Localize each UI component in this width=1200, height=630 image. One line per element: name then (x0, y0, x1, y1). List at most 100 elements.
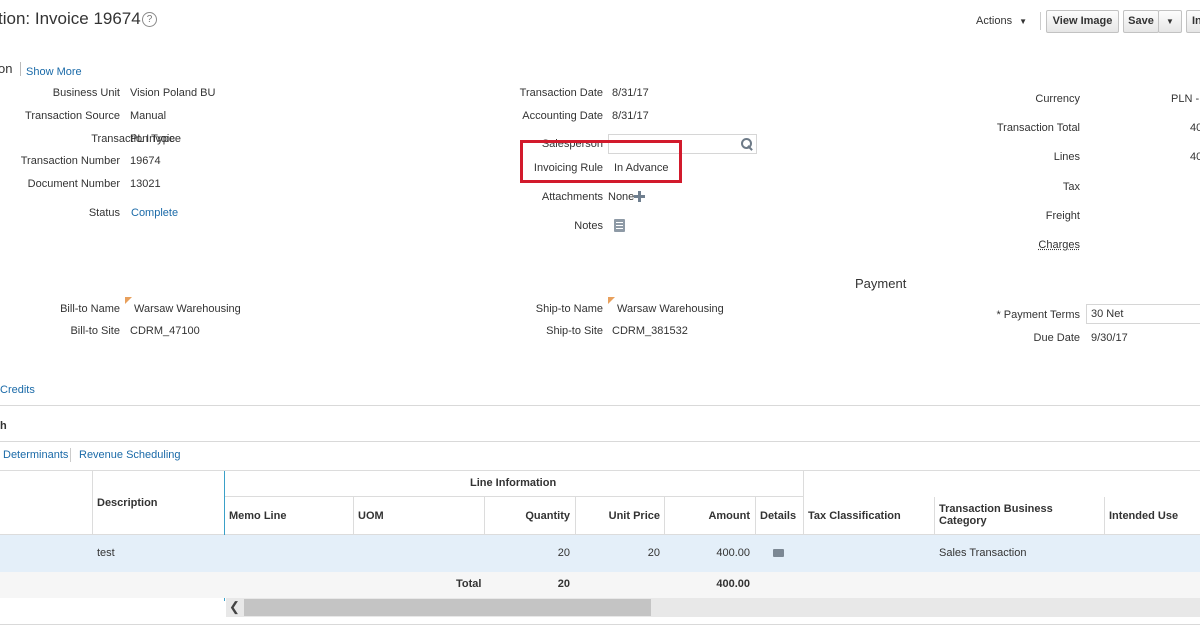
lines-label: Lines (1053, 151, 1080, 163)
total-quantity: 20 (557, 578, 570, 590)
show-more-link[interactable]: Show More (26, 66, 82, 78)
transaction-total-value: 40 (1190, 122, 1200, 134)
caret-down-icon: ▼ (1019, 17, 1028, 26)
line-info-group-line (225, 496, 803, 497)
payment-terms-value: 30 Net (1091, 308, 1124, 320)
freight-label: Freight (1045, 210, 1080, 222)
required-flag-icon (125, 297, 132, 304)
row-quantity: 20 (557, 547, 570, 559)
notes-label: Notes (574, 220, 603, 232)
section-title: on (0, 61, 13, 76)
column-header-details[interactable]: Details (760, 510, 796, 522)
add-attachment-icon[interactable] (634, 191, 645, 202)
charges-link[interactable]: Charges (1038, 239, 1080, 251)
transaction-date-value: 8/31/17 (612, 87, 649, 99)
row-amount: 400.00 (716, 547, 750, 559)
bill-to-site-value: CDRM_47100 (130, 325, 200, 337)
ship-to-site-value: CDRM_381532 (612, 325, 688, 337)
total-row: Total 20 400.00 (0, 572, 1200, 598)
search-icon[interactable] (741, 138, 753, 150)
total-amount: 400.00 (716, 578, 750, 590)
transaction-source-label: Transaction Source (25, 110, 120, 122)
divider (0, 405, 1200, 406)
payment-terms-label: * Payment Terms (996, 309, 1080, 321)
column-header-description[interactable]: Description (97, 497, 158, 509)
help-icon[interactable]: ? (142, 12, 157, 27)
credits-link[interactable]: Credits (0, 384, 35, 396)
notes-icon[interactable] (614, 219, 625, 232)
determinants-link[interactable]: Determinants (3, 449, 68, 461)
column-divider (92, 471, 93, 535)
save-button[interactable]: Save (1123, 10, 1159, 33)
lines-value: 40 (1190, 151, 1200, 163)
column-divider (1104, 497, 1105, 535)
tax-label: Tax (1062, 181, 1080, 193)
table-row[interactable]: test 20 20 400.00 Sales Transaction (0, 535, 1200, 572)
transaction-number-label: Transaction Number (20, 155, 120, 167)
status-label: Status (88, 207, 120, 219)
column-header-memo-line[interactable]: Memo Line (229, 510, 286, 522)
scrollbar-thumb[interactable] (244, 599, 651, 616)
due-date-label: Due Date (1033, 332, 1080, 344)
column-divider (664, 497, 665, 535)
transaction-number-value: 19674 (130, 155, 161, 167)
section-divider (20, 62, 21, 76)
currency-value: PLN - (1171, 93, 1200, 105)
page-title: tion: Invoice 19674 (0, 9, 141, 28)
ship-to-name-value: Warsaw Warehousing (617, 303, 724, 315)
toolbar-divider (1040, 12, 1041, 30)
column-divider (803, 471, 804, 535)
column-header-line-information: Line Information (470, 477, 557, 489)
business-unit-label: Business Unit (52, 87, 120, 99)
bill-to-name-value: Warsaw Warehousing (134, 303, 241, 315)
column-header-amount[interactable]: Amount (708, 510, 750, 522)
transaction-date-label: Transaction Date (519, 87, 603, 99)
column-divider (353, 497, 354, 535)
link-divider (70, 448, 71, 462)
payment-heading: Payment (855, 276, 907, 291)
column-header-business-category[interactable]: Transaction Business Category (939, 503, 1089, 527)
column-header-tax-classification[interactable]: Tax Classification (808, 510, 901, 522)
revenue-scheduling-link[interactable]: Revenue Scheduling (79, 449, 181, 461)
column-divider (934, 497, 935, 535)
partial-section-heading: h (0, 420, 7, 432)
column-divider (484, 497, 485, 535)
transaction-source-value: Manual (130, 110, 167, 122)
actions-label: Actions (976, 15, 1013, 27)
ship-to-site-label: Ship-to Site (546, 325, 603, 337)
required-flag-icon (608, 297, 615, 304)
status-link[interactable]: Complete (131, 207, 178, 219)
row-business-category: Sales Transaction (939, 547, 1027, 559)
partial-toolbar-button[interactable]: In (1186, 10, 1200, 33)
ship-to-name-label: Ship-to Name (535, 303, 603, 315)
bill-to-name-label: Bill-to Name (60, 303, 120, 315)
column-divider (575, 497, 576, 535)
column-header-intended-use[interactable]: Intended Use (1109, 510, 1178, 522)
business-unit-value: Vision Poland BU (130, 87, 216, 99)
view-image-button[interactable]: View Image (1046, 10, 1119, 33)
column-header-unit-price[interactable]: Unit Price (609, 510, 660, 522)
caret-down-icon: ▼ (1166, 17, 1174, 26)
total-label: Total (456, 578, 482, 590)
column-header-quantity[interactable]: Quantity (525, 510, 570, 522)
transaction-total-label: Transaction Total (996, 122, 1080, 134)
scroll-left-icon[interactable]: ❮ (229, 599, 240, 615)
due-date-value: 9/30/17 (1091, 332, 1128, 344)
invoicing-rule-highlight (520, 140, 682, 183)
document-number-label: Document Number (27, 178, 120, 190)
details-icon[interactable] (773, 549, 784, 557)
attachments-value: None (608, 191, 635, 203)
save-options-button[interactable]: ▼ (1158, 10, 1182, 33)
actions-menu[interactable]: Actions ▼ (976, 15, 1027, 27)
transaction-type-value: PL Invoice (130, 133, 181, 145)
bill-to-site-label: Bill-to Site (70, 325, 120, 337)
accounting-date-value: 8/31/17 (612, 110, 649, 122)
payment-terms-input[interactable]: 30 Net (1086, 304, 1200, 324)
document-number-value: 13021 (130, 178, 161, 190)
column-header-uom[interactable]: UOM (358, 510, 384, 522)
divider (0, 441, 1200, 442)
currency-label: Currency (1035, 93, 1080, 105)
row-unit-price: 20 (647, 547, 660, 559)
attachments-label: Attachments (541, 191, 603, 203)
column-divider (755, 497, 756, 535)
